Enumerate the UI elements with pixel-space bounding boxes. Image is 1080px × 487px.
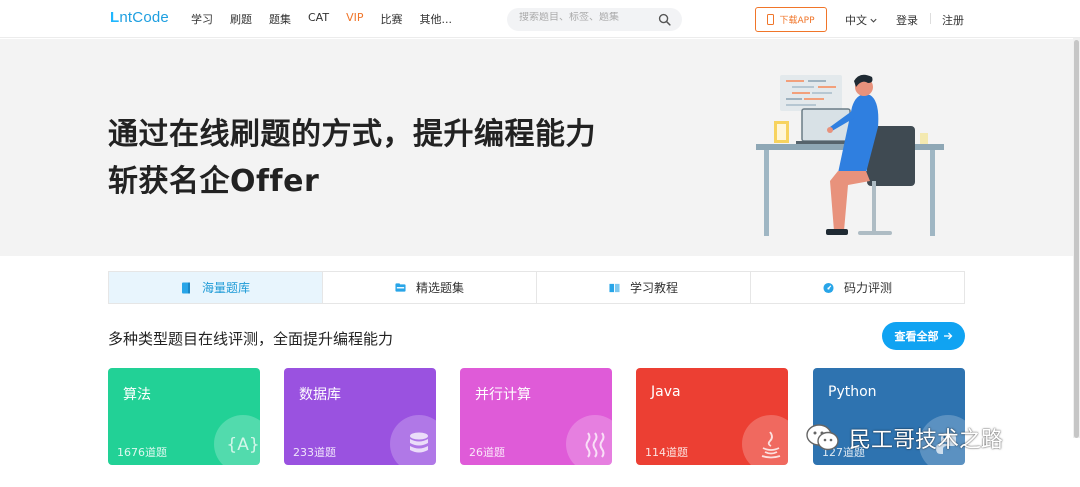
login-link[interactable]: 登录 xyxy=(896,12,918,28)
nav-link-contest[interactable]: 比赛 xyxy=(380,11,402,27)
card-title: 算法 xyxy=(123,387,151,403)
svg-text:{A}: {A} xyxy=(228,435,258,455)
tab-label: 码力评测 xyxy=(843,281,892,295)
developer-at-desk-illustration xyxy=(756,74,944,236)
search-icon[interactable] xyxy=(658,13,671,26)
watermark: 民工哥技术之路 xyxy=(805,418,1055,458)
top-nav: LntCode 学习 刷题 题集 CAT VIP 比赛 其他... 下载APP … xyxy=(0,0,1080,38)
tab-tutorials[interactable]: 学习教程 xyxy=(537,272,751,303)
card-title: 数据库 xyxy=(299,387,341,403)
wechat-icon xyxy=(806,424,839,451)
category-tabs: 海量题库 精选题集 学习教程 码力评测 xyxy=(108,271,965,304)
hero-headline: 通过在线刷题的方式，提升编程能力 xyxy=(108,117,596,152)
card-problem-count: 114道题 xyxy=(645,446,688,459)
card-algorithms[interactable]: 算法 1676道题 {A} xyxy=(108,368,260,465)
tab-label: 精选题集 xyxy=(415,281,464,295)
java-icon xyxy=(742,415,788,465)
nav-link-learn[interactable]: 学习 xyxy=(191,11,213,27)
tab-problem-bank[interactable]: 海量题库 xyxy=(109,272,323,303)
card-problem-count: 233道题 xyxy=(293,446,336,459)
page-scrollbar[interactable] xyxy=(1073,38,1080,438)
language-label: 中文 xyxy=(845,14,867,27)
card-java[interactable]: Java 114道题 xyxy=(636,368,788,465)
arrow-right-icon xyxy=(943,332,952,340)
hero-banner: 通过在线刷题的方式，提升编程能力 斩获名企Offer xyxy=(0,39,1073,256)
download-app-button[interactable]: 下载APP xyxy=(755,7,827,32)
nav-link-vip[interactable]: VIP xyxy=(346,11,363,27)
register-link[interactable]: 注册 xyxy=(942,12,964,28)
search-input[interactable] xyxy=(519,12,654,23)
logo-mark: L xyxy=(110,9,120,26)
nav-divider xyxy=(930,13,931,24)
card-title: 并行计算 xyxy=(475,387,531,403)
nav-link-problem-sets[interactable]: 题集 xyxy=(269,11,291,27)
logo-text: ntCode xyxy=(119,9,169,26)
section-title: 多种类型题目在线评测，全面提升编程能力 xyxy=(108,330,394,348)
open-book-icon xyxy=(609,283,620,292)
nav-links: 学习 刷题 题集 CAT VIP 比赛 其他... xyxy=(191,11,469,27)
phone-icon xyxy=(767,14,775,25)
gauge-icon xyxy=(823,282,834,293)
tab-curated-sets[interactable]: 精选题集 xyxy=(323,272,537,303)
watermark-text: 民工哥技术之路 xyxy=(849,428,1004,453)
card-problem-count: 1676道题 xyxy=(117,446,167,459)
lintcode-logo[interactable]: LntCode xyxy=(110,9,169,26)
parallel-icon xyxy=(566,415,612,465)
hero-subheadline: 斩获名企Offer xyxy=(108,164,320,199)
nav-link-practice[interactable]: 刷题 xyxy=(230,11,252,27)
card-parallel-computing[interactable]: 并行计算 26道题 xyxy=(460,368,612,465)
view-all-label: 查看全部 xyxy=(894,330,939,343)
scrollbar-thumb[interactable] xyxy=(1074,40,1079,438)
search-box xyxy=(507,8,682,31)
tab-coding-assessment[interactable]: 码力评测 xyxy=(751,272,964,303)
card-title: Python xyxy=(828,384,877,400)
folder-icon xyxy=(395,282,406,292)
card-database[interactable]: 数据库 233道题 xyxy=(284,368,436,465)
card-title: Java xyxy=(651,384,681,400)
nav-link-more[interactable]: 其他... xyxy=(419,11,452,27)
download-app-label: 下载APP xyxy=(779,16,815,26)
database-icon xyxy=(390,415,436,465)
card-problem-count: 26道题 xyxy=(469,446,505,459)
book-icon xyxy=(181,282,190,293)
language-selector[interactable]: 中文 xyxy=(845,12,878,28)
chevron-down-icon xyxy=(870,18,877,23)
view-all-button[interactable]: 查看全部 xyxy=(882,322,965,350)
tab-label: 海量题库 xyxy=(201,281,250,295)
tab-label: 学习教程 xyxy=(629,281,678,295)
algorithm-icon: {A} xyxy=(214,415,260,465)
nav-link-cat[interactable]: CAT xyxy=(308,11,329,27)
